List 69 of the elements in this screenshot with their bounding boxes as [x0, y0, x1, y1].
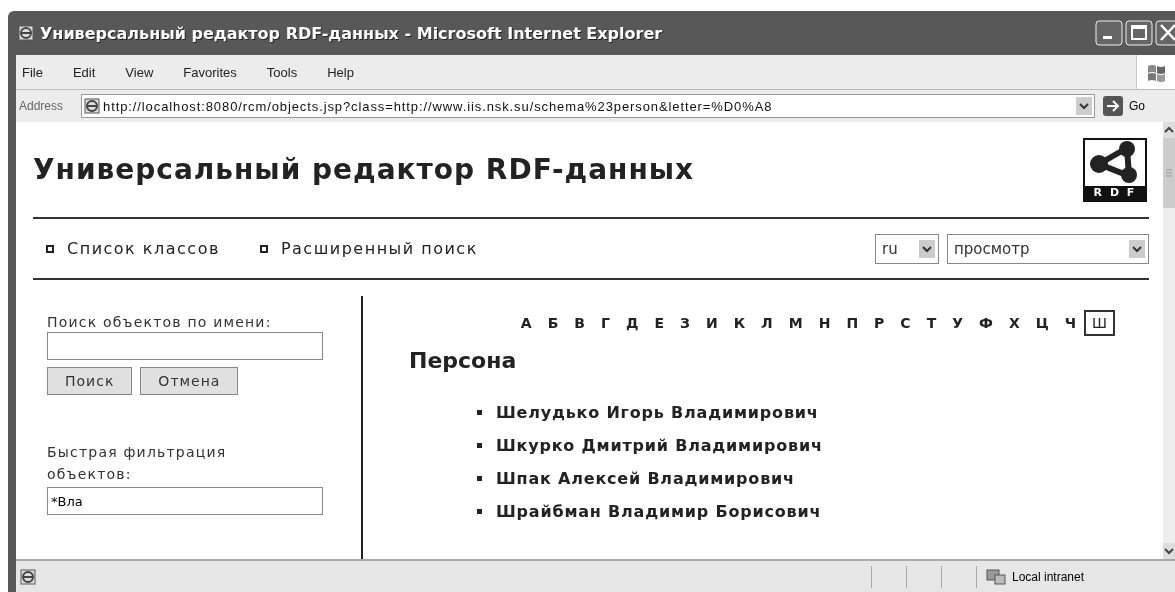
mode-dropdown[interactable]: просмотр — [947, 233, 1149, 264]
letter-link[interactable]: Н — [810, 310, 839, 336]
bullet-icon — [477, 410, 482, 415]
object-link[interactable]: Шелудько Игорь Владимирович — [496, 403, 819, 422]
page-icon — [20, 568, 36, 585]
letter-link[interactable]: В — [566, 310, 593, 336]
letter-link[interactable]: И — [697, 310, 726, 336]
minimize-icon[interactable] — [1095, 20, 1123, 46]
close-icon[interactable] — [1155, 20, 1175, 46]
menu-item[interactable]: Help — [327, 64, 354, 80]
window-title: Универсальный редактор RDF-данных - Microsoft Internet Explorer — [40, 23, 664, 43]
page-heading: Универсальный редактор RDF-данных — [33, 153, 695, 186]
scroll-up-icon — [1163, 122, 1175, 138]
letter-link[interactable]: П — [838, 310, 867, 336]
letter-link[interactable]: К — [725, 310, 754, 336]
address-label: Address — [18, 99, 65, 113]
page-icon — [84, 98, 100, 114]
letter-link[interactable]: Р — [866, 310, 893, 336]
search-label: Поиск объектов по имени: — [47, 314, 273, 330]
scrollbar[interactable] — [1163, 122, 1175, 559]
menu-item[interactable]: Tools — [266, 64, 298, 80]
letter-link[interactable]: Ф — [971, 310, 1001, 336]
network-icon — [985, 567, 1007, 586]
object-link[interactable]: Шкурко Дмитрий Владимирович — [496, 436, 823, 455]
nav-link[interactable]: Список классов — [67, 239, 220, 258]
square-bullet-icon — [46, 244, 54, 253]
dropdown-icon — [1129, 239, 1145, 258]
form-button[interactable]: Поиск — [47, 367, 133, 395]
maximize-icon[interactable] — [1125, 20, 1153, 46]
class-title: Персона — [409, 348, 518, 373]
menu-item[interactable]: Edit — [72, 64, 96, 80]
go-button[interactable]: Go — [1103, 96, 1145, 116]
menu-item[interactable]: View — [125, 64, 154, 80]
bullet-icon — [477, 509, 482, 514]
bullet-icon — [477, 476, 482, 481]
letter-link[interactable]: М — [780, 310, 811, 336]
dropdown-icon — [1076, 97, 1092, 115]
letter-link[interactable]: Л — [753, 310, 781, 336]
letter-link[interactable]: Ч — [1056, 310, 1084, 336]
dropdown-icon — [919, 239, 935, 258]
letter-link[interactable]: Г — [593, 310, 618, 336]
nav-link[interactable]: Расширенный поиск — [280, 239, 478, 258]
browser-icon — [18, 25, 34, 41]
letter-link[interactable]: Ш — [1084, 310, 1115, 336]
object-link[interactable]: Шпак Алексей Владимирович — [496, 469, 795, 488]
letter-link[interactable]: Ц — [1027, 310, 1057, 336]
zone-label: Local intranet — [1012, 569, 1085, 584]
letter-link[interactable]: Д — [617, 310, 647, 336]
letter-link[interactable]: А — [512, 310, 540, 336]
letter-link[interactable]: Т — [918, 310, 945, 336]
letter-link[interactable]: Б — [539, 310, 567, 336]
language-dropdown[interactable]: ru — [875, 233, 939, 264]
letter-link[interactable]: У — [944, 310, 971, 336]
filter-field[interactable]: *Вла — [47, 487, 323, 515]
object-link[interactable]: Шрайбман Владимир Борисович — [496, 502, 822, 521]
address-field[interactable]: http://localhost:8080/rcm/objects.jsp?class=http://www.iis.nsk.su/schema%23person&letter=%D0%A8 — [81, 94, 1095, 118]
menu-item[interactable]: Favorites — [183, 64, 237, 80]
scroll-thumb-icon — [1163, 138, 1175, 208]
search-field[interactable] — [47, 332, 323, 360]
letter-link[interactable]: З — [671, 310, 698, 336]
filter-label: Быстрая фильтрация объектов: — [47, 443, 228, 484]
menu-item[interactable]: File — [22, 64, 43, 80]
letter-link[interactable]: С — [892, 310, 919, 336]
letter-link[interactable]: Х — [1000, 310, 1028, 336]
bullet-icon — [477, 443, 482, 448]
rdf-logo: R D F — [1083, 137, 1147, 202]
square-bullet-icon — [259, 244, 268, 253]
letter-link[interactable]: Е — [646, 310, 672, 336]
form-button[interactable]: Отмена — [140, 367, 239, 395]
